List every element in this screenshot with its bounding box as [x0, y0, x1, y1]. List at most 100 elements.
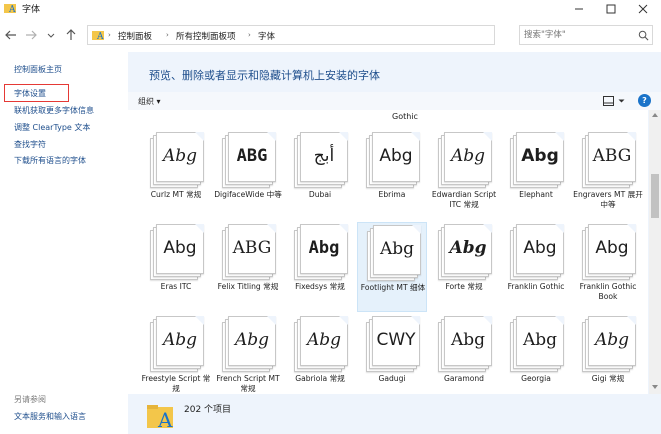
font-tile[interactable]: Abg Ebrima — [357, 130, 427, 220]
font-name-label: Fixedsys 常规 — [295, 282, 345, 291]
font-tile[interactable]: Abg Gigi 常规 — [573, 314, 643, 394]
scroll-down-arrow-icon[interactable] — [651, 384, 659, 390]
organize-label: 组织 — [138, 97, 154, 106]
help-icon[interactable]: ? — [638, 94, 651, 107]
font-sample-glyph: Abg — [594, 330, 630, 350]
font-tile[interactable]: Abg Franklin Gothic Book — [573, 222, 643, 312]
breadcrumb-separator: › — [108, 31, 111, 39]
font-sample-glyph: Abg — [449, 238, 487, 258]
search-box[interactable] — [519, 25, 653, 45]
close-button[interactable] — [630, 0, 658, 18]
address-bar[interactable]: A › 控制面板 › 所有控制面板项 › 字体 — [87, 25, 581, 45]
font-tile[interactable]: Abg Garamond — [429, 314, 499, 394]
font-tile[interactable]: CWY Gadugi — [357, 314, 427, 394]
font-file-icon: Abg — [222, 316, 278, 372]
font-tile[interactable]: Abg Franklin Gothic — [501, 222, 571, 312]
font-tile[interactable]: Abg Freestyle Script 常规 — [141, 314, 211, 394]
search-icon — [638, 30, 649, 41]
font-tile[interactable]: Abg Elephant — [501, 130, 571, 220]
control-panel-home-link[interactable]: 控制面板主页 — [14, 64, 62, 75]
svg-text:A: A — [157, 408, 173, 430]
font-tile[interactable]: ABG Felix Titling 常规 — [213, 222, 283, 312]
font-file-icon: Abg — [366, 132, 422, 188]
svg-text:A: A — [96, 32, 104, 41]
font-tile[interactable]: ABG Engravers MT 展开 中等 — [573, 130, 643, 220]
view-options-icon[interactable] — [603, 96, 614, 106]
font-name-label: Franklin Gothic — [507, 282, 565, 291]
font-grid: Gothic Abg Curlz MT 常规 ABG DigifaceWide 中等 أ… — [128, 110, 648, 394]
font-tile[interactable]: Abg Forte 常规 — [429, 222, 499, 312]
font-name-label: Ebrima — [378, 190, 406, 199]
font-name-label: Engravers MT 展开 中等 — [573, 190, 643, 209]
font-file-icon: Abg — [150, 132, 206, 188]
font-tile[interactable]: أبج Dubai — [285, 130, 355, 220]
organize-menu[interactable]: 组织 ▾ — [138, 96, 161, 107]
font-name-label: DigifaceWide 中等 — [214, 190, 282, 199]
font-name-label: Georgia — [521, 374, 551, 383]
vertical-scrollbar[interactable] — [649, 110, 661, 394]
font-tile[interactable]: Abg Georgia — [501, 314, 571, 394]
maximize-button[interactable] — [598, 0, 626, 18]
font-tile[interactable]: Abg Fixedsys 常规 — [285, 222, 355, 312]
font-tile[interactable]: ABG DigifaceWide 中等 — [213, 130, 283, 220]
font-file-icon: Abg — [367, 225, 423, 281]
download-fonts-link[interactable]: 下载所有语言的字体 — [14, 155, 86, 166]
font-tile[interactable]: Abg Gabriola 常规 — [285, 314, 355, 394]
font-file-icon: Abg — [438, 132, 494, 188]
scroll-up-arrow-icon[interactable] — [651, 112, 659, 118]
font-file-icon: Abg — [150, 224, 206, 280]
font-file-icon: Abg — [582, 224, 638, 280]
font-name-label: French Script MT 常规 — [216, 374, 280, 393]
forward-arrow-icon[interactable] — [24, 28, 38, 42]
back-arrow-icon[interactable] — [4, 28, 18, 42]
font-sample-glyph: Abg — [450, 330, 486, 350]
view-dropdown-chevron-icon[interactable] — [618, 99, 625, 104]
font-tile[interactable]: Abg Footlight MT 细体 — [357, 222, 427, 312]
breadcrumb-control-panel[interactable]: 控制面板 — [118, 30, 152, 42]
font-file-icon: ABG — [222, 224, 278, 280]
font-file-icon: Abg — [510, 224, 566, 280]
font-tile[interactable]: Abg Curlz MT 常规 — [141, 130, 211, 220]
breadcrumb-fonts[interactable]: 字体 — [258, 30, 275, 42]
title-bar: A 字体 — [0, 0, 661, 18]
font-name-label: Eras ITC — [160, 282, 192, 291]
maximize-icon — [606, 4, 616, 14]
font-name-label: Dubai — [308, 190, 332, 199]
font-settings-link[interactable]: 字体设置 — [14, 88, 46, 99]
font-file-icon: Abg — [294, 316, 350, 372]
online-font-info-link[interactable]: 联机获取更多字体信息 — [14, 105, 94, 116]
font-name-label: Elephant — [519, 190, 553, 199]
fonts-folder-icon: A — [92, 31, 104, 41]
left-task-pane: 控制面板主页 字体设置 联机获取更多字体信息 调整 ClearType 文本 查… — [0, 52, 128, 434]
font-tile[interactable]: Abg French Script MT 常规 — [213, 314, 283, 394]
scroll-thumb[interactable] — [651, 174, 659, 218]
font-sample-glyph: ABG — [592, 146, 632, 166]
font-name-label: Forte 常规 — [445, 282, 483, 291]
font-sample-glyph: Abg — [379, 146, 413, 166]
recent-locations-chevron-icon[interactable] — [44, 28, 58, 42]
main-content: 预览、删除或者显示和隐藏计算机上安装的字体 组织 ▾ ? Gothic Abg C… — [128, 52, 661, 434]
text-services-link[interactable]: 文本服务和输入语言 — [14, 411, 86, 422]
minimize-button[interactable] — [566, 0, 594, 18]
see-also-title: 另请参阅 — [14, 395, 46, 404]
search-input[interactable] — [524, 28, 632, 42]
breadcrumb-all-items[interactable]: 所有控制面板项 — [176, 30, 236, 42]
font-tile[interactable]: Abg Edwardian Script ITC 常规 — [429, 130, 499, 220]
up-arrow-icon[interactable] — [64, 28, 78, 42]
font-file-icon: ABG — [582, 132, 638, 188]
font-name-label: Franklin Gothic Book — [579, 282, 637, 301]
font-tile[interactable]: Abg Eras ITC — [141, 222, 211, 312]
font-sample-glyph: Abg — [450, 146, 486, 166]
adjust-cleartype-link[interactable]: 调整 ClearType 文本 — [14, 122, 90, 133]
font-file-icon: Abg — [438, 224, 494, 280]
font-file-icon: Abg — [582, 316, 638, 372]
item-count: 202 个项目 — [184, 405, 232, 415]
font-sample-glyph: Abg — [595, 238, 629, 258]
find-character-link[interactable]: 查找字符 — [14, 139, 46, 150]
command-bar: 组织 ▾ ? — [128, 92, 661, 110]
breadcrumb-separator: › — [248, 31, 251, 39]
font-sample-glyph: Abg — [379, 239, 415, 259]
minimize-icon — [575, 8, 583, 10]
font-sample-glyph: Abg — [522, 330, 558, 350]
font-sample-glyph: Abg — [523, 238, 557, 258]
